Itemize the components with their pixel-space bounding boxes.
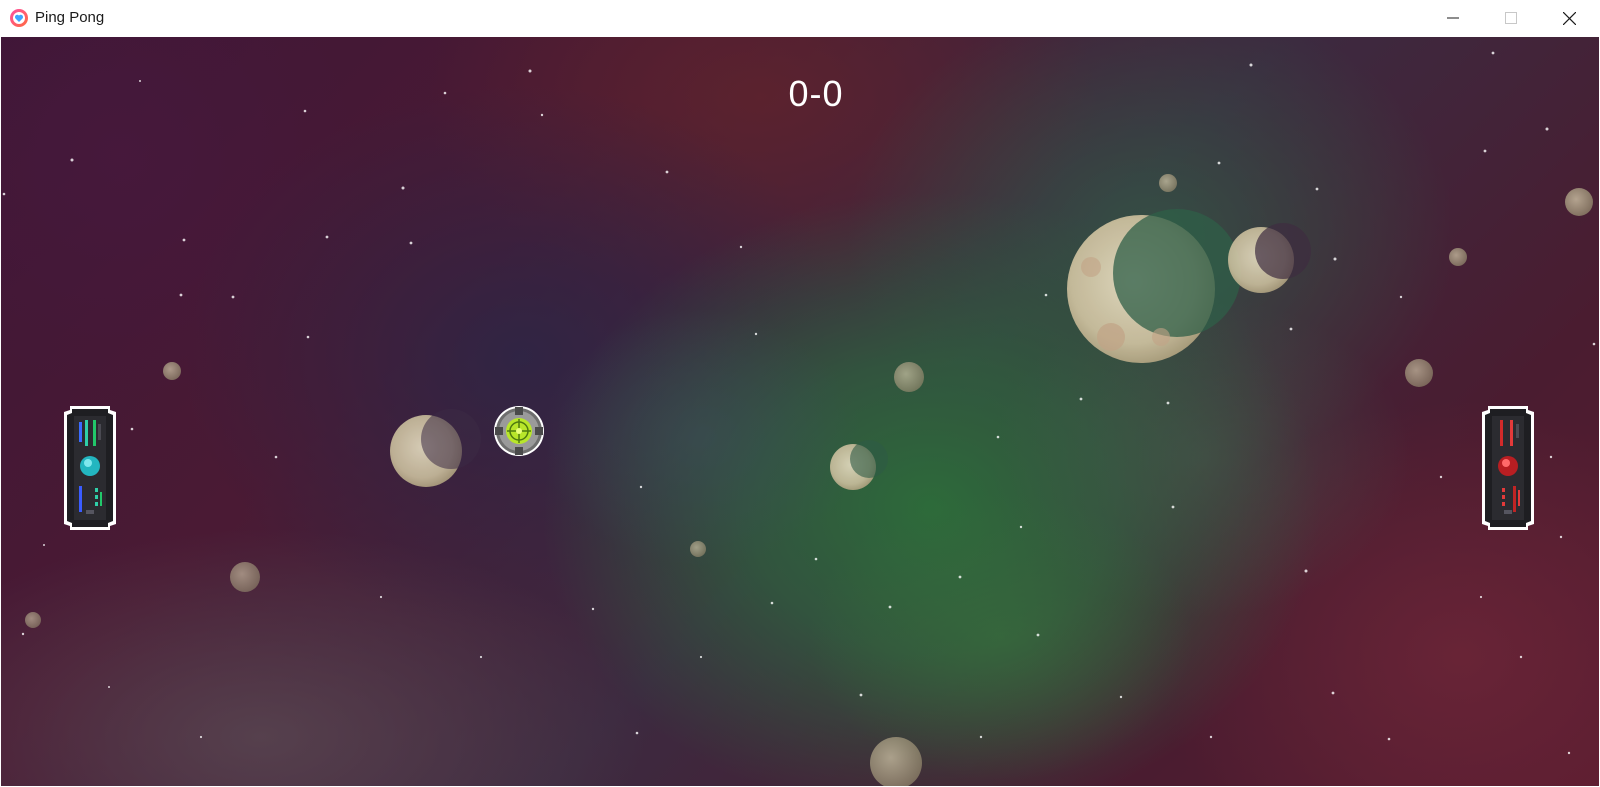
score-display: 0-0 — [788, 73, 844, 114]
red-spaceship-paddle-icon — [1482, 406, 1534, 530]
maximize-button[interactable] — [1482, 0, 1540, 36]
ball — [491, 403, 547, 459]
game-window: Ping Pong 0-0 — [0, 0, 1600, 787]
title-bar[interactable]: Ping Pong — [0, 0, 1600, 36]
moon — [390, 409, 481, 487]
window-title: Ping Pong — [35, 9, 105, 26]
minimize-icon — [1447, 12, 1459, 24]
large-moon — [1067, 209, 1241, 363]
minimize-button[interactable] — [1424, 0, 1482, 36]
heart-icon — [9, 8, 29, 28]
right-paddle[interactable] — [1480, 404, 1536, 532]
moon — [1228, 223, 1311, 293]
blue-spaceship-paddle-icon — [64, 406, 116, 530]
left-paddle[interactable] — [62, 404, 118, 532]
green-orb-ball-icon — [494, 406, 544, 456]
close-button[interactable] — [1540, 0, 1598, 36]
close-icon — [1562, 11, 1576, 25]
game-canvas[interactable]: 0-0 — [1, 37, 1599, 786]
maximize-icon — [1505, 12, 1517, 24]
space-background — [2, 51, 1596, 786]
moon — [830, 440, 888, 490]
